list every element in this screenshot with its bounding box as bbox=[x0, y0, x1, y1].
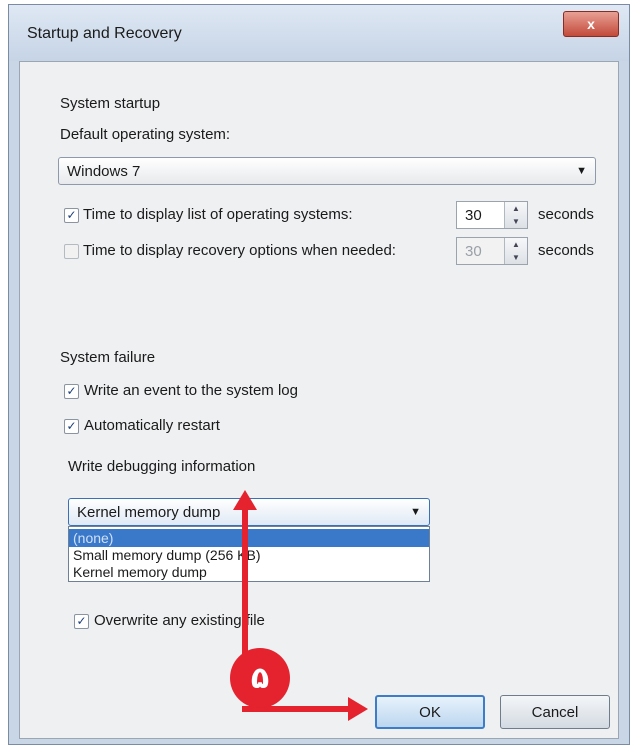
auto-restart-label: Automatically restart bbox=[84, 417, 220, 434]
display-list-spinner[interactable]: 30 ▲ ▼ bbox=[456, 201, 528, 229]
overwrite-label: Overwrite any existing file bbox=[94, 612, 265, 629]
cancel-button[interactable]: Cancel bbox=[500, 695, 610, 729]
spin-down-icon[interactable]: ▼ bbox=[505, 215, 527, 228]
system-startup-group-label: System startup bbox=[60, 95, 161, 112]
ok-button[interactable]: OK bbox=[375, 695, 485, 729]
close-icon: x bbox=[587, 16, 595, 32]
spin-up-icon[interactable]: ▲ bbox=[505, 238, 527, 251]
checkmark-icon: ✓ bbox=[66, 208, 77, 222]
debug-info-value: Kernel memory dump bbox=[77, 504, 221, 521]
write-event-label: Write an event to the system log bbox=[84, 382, 298, 399]
checkmark-icon: ✓ bbox=[66, 384, 77, 398]
arrow-up-icon bbox=[233, 490, 257, 510]
display-recovery-unit: seconds bbox=[538, 242, 594, 259]
display-recovery-checkbox[interactable] bbox=[64, 244, 79, 259]
display-list-unit: seconds bbox=[538, 206, 594, 223]
display-list-checkbox[interactable]: ✓ bbox=[64, 208, 79, 223]
checkmark-icon: ✓ bbox=[76, 614, 87, 628]
title-bar: Startup and Recovery x bbox=[9, 5, 629, 61]
dropdown-option-small-dump[interactable]: Small memory dump (256 KB) bbox=[73, 547, 261, 563]
spin-down-icon[interactable]: ▼ bbox=[505, 251, 527, 264]
default-os-select[interactable]: Windows 7 ▼ bbox=[58, 157, 596, 185]
dropdown-option-none[interactable]: (none) bbox=[69, 529, 429, 547]
overwrite-checkbox[interactable]: ✓ bbox=[74, 614, 89, 629]
step-number-badge: ۵ bbox=[230, 648, 290, 708]
close-button[interactable]: x bbox=[563, 11, 619, 37]
write-event-checkbox[interactable]: ✓ bbox=[64, 384, 79, 399]
chevron-down-icon: ▼ bbox=[576, 165, 587, 177]
default-os-value: Windows 7 bbox=[67, 163, 141, 180]
debug-info-label: Write debugging information bbox=[68, 458, 256, 475]
display-recovery-spinner[interactable]: 30 ▲ ▼ bbox=[456, 237, 528, 265]
display-recovery-label: Time to display recovery options when ne… bbox=[83, 242, 396, 259]
arrow-right-icon bbox=[348, 697, 368, 721]
debug-info-dropdown-list: (none) Small memory dump (256 KB) Kernel… bbox=[68, 526, 430, 582]
auto-restart-checkbox[interactable]: ✓ bbox=[64, 419, 79, 434]
display-recovery-value: 30 bbox=[465, 243, 482, 260]
startup-recovery-dialog: Startup and Recovery x System startup De… bbox=[8, 4, 630, 745]
display-list-label: Time to display list of operating system… bbox=[83, 206, 353, 223]
spin-up-icon[interactable]: ▲ bbox=[505, 202, 527, 215]
chevron-down-icon: ▼ bbox=[410, 506, 421, 518]
display-list-value: 30 bbox=[465, 207, 482, 224]
dialog-body: System startup Default operating system:… bbox=[19, 61, 619, 739]
dropdown-option-kernel-dump[interactable]: Kernel memory dump bbox=[73, 564, 207, 580]
system-failure-group-label: System failure bbox=[60, 349, 156, 366]
default-os-label: Default operating system: bbox=[60, 126, 231, 143]
checkmark-icon: ✓ bbox=[66, 419, 77, 433]
dialog-title: Startup and Recovery bbox=[27, 25, 182, 42]
